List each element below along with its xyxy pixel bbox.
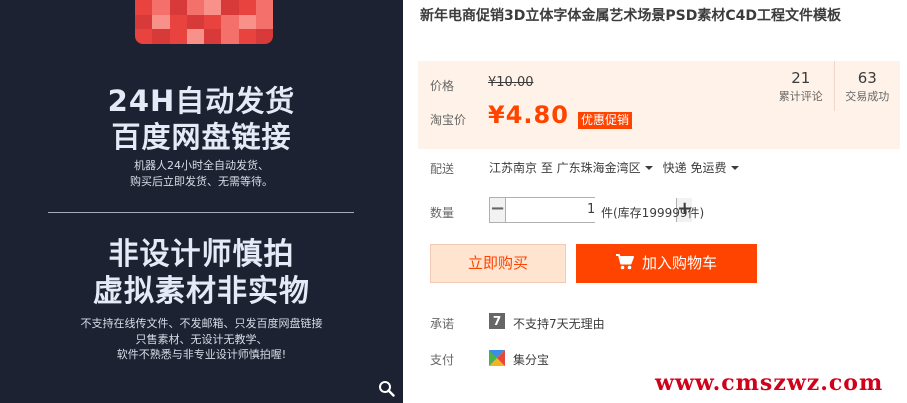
shipping-info: 江苏南京 至 广东珠海金湾区 快递 免运费 (489, 159, 749, 176)
review-count: 21 (791, 69, 811, 87)
banner-headline-auto-delivery: 24H自动发货 (107, 84, 296, 118)
price-box: 价格 ¥10.00 淘宝价 ¥4.80 优惠促销 21 累计评论 63 交易成功 (418, 61, 900, 149)
banner-notice: 软件不熟悉与非专业设计师慎拍喔! (116, 348, 287, 361)
payment-method: 集分宝 (513, 353, 550, 367)
banner-headline-virtual: 虚拟素材非实物 (93, 274, 310, 309)
pixelated-logo (135, 0, 273, 44)
banner-headline-baidu-link: 百度网盘链接 (111, 120, 292, 154)
payment-label: 支付 (430, 353, 455, 367)
seven-day-icon: 7 (489, 313, 505, 329)
add-to-cart-label: 加入购物车 (641, 254, 717, 272)
site-watermark: www.cmszwz.com (655, 370, 884, 396)
chevron-down-icon (644, 165, 653, 170)
decrease-button[interactable]: − (490, 198, 506, 222)
product-title: 新年电商促销3D立体字体金属艺术场景PSD素材C4D工程文件模板 (420, 8, 841, 24)
stock-info: 件(库存199999件) (601, 206, 705, 220)
promise-text: 不支持7天无理由 (513, 317, 605, 331)
quantity-label: 数量 (430, 206, 455, 220)
add-to-cart-button[interactable]: 加入购物车 (576, 244, 757, 283)
buy-now-button[interactable]: 立即购买 (430, 244, 566, 283)
banner-subtext: 购买后立即发货、无需等待。 (130, 175, 273, 188)
shopping-cart-icon (615, 254, 634, 270)
quantity-stepper: − + (489, 197, 693, 223)
transaction-label: 交易成功 (845, 90, 890, 103)
banner-divider (48, 212, 354, 213)
price-label: 价格 (430, 79, 455, 93)
banner-notice: 只售素材、无设计无教学、 (135, 333, 268, 346)
chevron-down-icon (730, 165, 739, 170)
banner-subtext: 机器人24小时全自动发货、 (134, 159, 269, 172)
jifenbao-icon (489, 350, 505, 366)
promo-badge: 优惠促销 (578, 112, 633, 129)
banner-headline-warning: 非设计师慎拍 (108, 237, 295, 272)
taobao-price-label: 淘宝价 (430, 113, 467, 127)
ship-destination-select[interactable]: 广东珠海金湾区 (557, 161, 663, 175)
sales-stats: 21 累计评论 63 交易成功 (768, 61, 900, 111)
product-main-image[interactable]: 24H自动发货 百度网盘链接 机器人24小时全自动发货、 购买后立即发货、无需等… (0, 0, 403, 403)
current-price: ¥4.80 (488, 101, 569, 129)
ship-method-select[interactable]: 快递 免运费 (663, 161, 749, 175)
ship-from: 江苏南京 至 (489, 161, 553, 175)
stat-transactions: 63 交易成功 (833, 61, 901, 111)
stat-reviews[interactable]: 21 累计评论 (768, 61, 834, 111)
transaction-count: 63 (857, 69, 877, 87)
original-price: ¥10.00 (488, 75, 534, 90)
ship-destination: 广东珠海金湾区 (556, 161, 641, 175)
shipping-label: 配送 (430, 162, 455, 176)
promise-label: 承诺 (430, 317, 455, 331)
review-label: 累计评论 (778, 90, 823, 103)
ship-method: 快递 免运费 (662, 161, 727, 175)
magnifier-icon[interactable] (378, 380, 395, 397)
banner-notice: 不支持在线传文件、不发邮箱、只发百度网盘链接 (80, 317, 323, 330)
